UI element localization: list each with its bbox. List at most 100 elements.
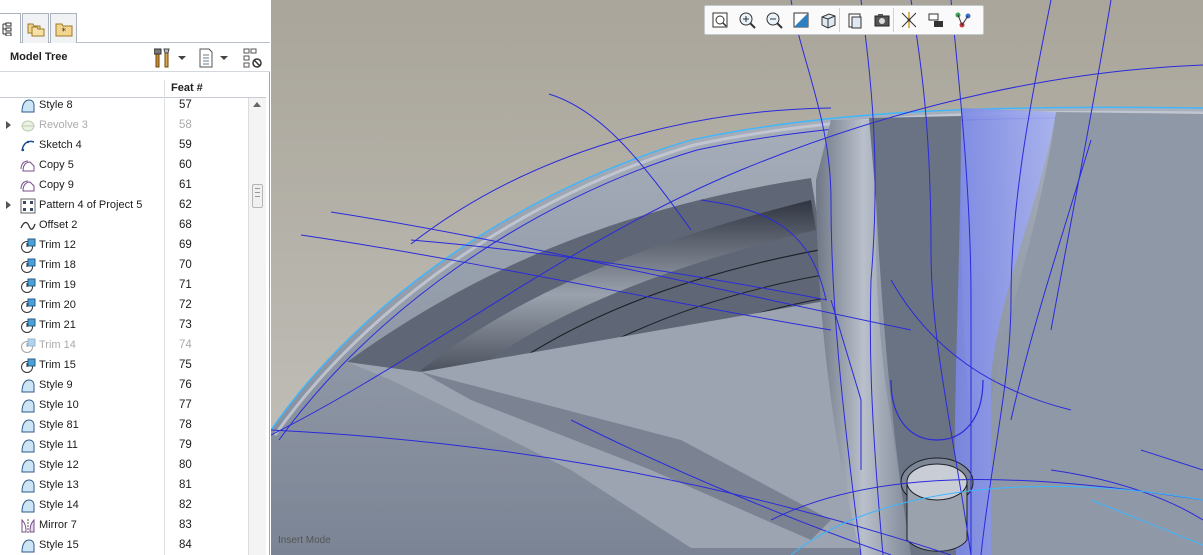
feature-name: Style 14 (39, 499, 79, 511)
tree-row[interactable]: Trim 15 75 (0, 356, 248, 376)
feature-number: 79 (179, 439, 192, 451)
scroll-up-arrow-icon[interactable] (253, 102, 261, 107)
favorites-tab[interactable]: * (50, 13, 77, 43)
style-icon (21, 439, 35, 453)
feature-number: 70 (179, 259, 192, 271)
svg-text:*: * (61, 27, 66, 37)
tree-row[interactable]: Style 15 84 (0, 536, 248, 555)
repaint-button[interactable] (789, 8, 813, 32)
feature-name: Style 8 (39, 99, 73, 111)
feature-number: 72 (179, 299, 192, 311)
model-tree-panel: * Model Tree Feat # Style 8 57 Revolve 3… (0, 0, 270, 555)
offset-icon (20, 221, 36, 230)
style-icon (21, 419, 35, 433)
pattern-icon (20, 198, 36, 214)
saved-views-button[interactable] (843, 8, 867, 32)
tree-row[interactable]: Style 10 77 (0, 396, 248, 416)
tree-row[interactable]: Style 14 82 (0, 496, 248, 516)
tree-row[interactable]: Style 8 57 (0, 96, 248, 116)
trim-icon (21, 278, 36, 293)
wheel-3d-model (271, 0, 1203, 555)
feature-name: Trim 15 (39, 359, 76, 371)
feature-number: 78 (179, 419, 192, 431)
settings-tools-icon (154, 48, 170, 68)
tree-filters-button[interactable] (243, 47, 263, 69)
tree-row[interactable]: Sketch 4 59 (0, 136, 248, 156)
tree-row[interactable]: Offset 2 68 (0, 216, 248, 236)
model-tree-tab[interactable] (0, 13, 21, 44)
tree-row[interactable]: Trim 21 73 (0, 316, 248, 336)
feature-number: 69 (179, 239, 192, 251)
feature-name: Trim 18 (39, 259, 76, 271)
feature-name: Pattern 4 of Project 5 (39, 199, 143, 211)
feature-number: 76 (179, 379, 192, 391)
model-tree-scrollbar[interactable] (248, 98, 266, 555)
graphics-toolbar (704, 5, 984, 35)
feature-number: 80 (179, 459, 192, 471)
tree-row[interactable]: Style 11 79 (0, 436, 248, 456)
feature-name: Copy 9 (39, 179, 74, 191)
tree-row[interactable]: Copy 5 60 (0, 156, 248, 176)
feat-number-column-header[interactable]: Feat # (171, 82, 203, 94)
feature-name: Style 11 (39, 439, 78, 451)
feature-number: 60 (179, 159, 192, 171)
feature-number: 81 (179, 479, 192, 491)
spin-center-button[interactable] (951, 8, 975, 32)
saved-views-icon (848, 13, 862, 29)
feature-name: Style 15 (39, 539, 79, 551)
tree-row[interactable]: Style 81 78 (0, 416, 248, 436)
style-icon (21, 539, 35, 553)
datum-display-icon (901, 12, 917, 28)
scroll-thumb[interactable] (252, 184, 263, 208)
sketch-icon (21, 140, 35, 152)
feature-number: 73 (179, 319, 192, 331)
show-menu-button[interactable] (198, 47, 228, 69)
feature-name: Trim 14 (39, 339, 76, 351)
tree-row[interactable]: Trim 19 71 (0, 276, 248, 296)
tree-row[interactable]: Style 13 81 (0, 476, 248, 496)
folder-browser-tab[interactable] (22, 13, 49, 43)
feature-name: Copy 5 (39, 159, 74, 171)
tree-row[interactable]: Style 9 76 (0, 376, 248, 396)
tree-row[interactable]: Copy 9 61 (0, 176, 248, 196)
zoom-out-button[interactable] (762, 8, 786, 32)
feature-number: 57 (179, 99, 192, 111)
tree-row[interactable]: Trim 18 70 (0, 256, 248, 276)
zoom-in-button[interactable] (735, 8, 759, 32)
feature-number: 58 (179, 119, 192, 131)
style-icon (21, 379, 35, 393)
mirror-icon (21, 518, 35, 533)
graphics-viewport[interactable]: Insert Mode (271, 0, 1203, 555)
feature-name: Trim 19 (39, 279, 76, 291)
annotation-display-icon (928, 13, 943, 27)
display-style-button[interactable] (816, 8, 840, 32)
refit-button[interactable] (708, 8, 732, 32)
expand-arrow-icon[interactable] (6, 121, 11, 129)
annotation-display-button[interactable] (924, 8, 948, 32)
model-tree-title: Model Tree (10, 51, 68, 63)
feature-name: Trim 20 (39, 299, 76, 311)
tree-row[interactable]: Revolve 3 58 (0, 116, 248, 136)
feature-number: 74 (179, 339, 192, 351)
feature-number: 75 (179, 359, 192, 371)
view-manager-button[interactable] (870, 8, 894, 32)
tree-row[interactable]: Trim 12 69 (0, 236, 248, 256)
filter-tree-icon (243, 48, 262, 68)
tree-row[interactable]: Style 12 80 (0, 456, 248, 476)
feature-name: Style 10 (39, 399, 79, 411)
tree-row[interactable]: Trim 20 72 (0, 296, 248, 316)
expand-arrow-icon[interactable] (6, 201, 11, 209)
tree-row[interactable]: Trim 14 74 (0, 336, 248, 356)
feature-name: Style 9 (39, 379, 73, 391)
datum-display-button[interactable] (897, 8, 921, 32)
feature-number: 77 (179, 399, 192, 411)
tree-row[interactable]: Mirror 7 83 (0, 516, 248, 536)
tree-settings-button[interactable] (154, 47, 186, 69)
trim-icon (21, 358, 36, 373)
refit-icon (712, 12, 728, 28)
style-icon (21, 479, 35, 493)
tree-row[interactable]: Pattern 4 of Project 5 62 (0, 196, 248, 216)
copy-icon (20, 180, 35, 192)
trim-icon (21, 298, 36, 313)
zoom-out-icon (766, 12, 783, 29)
